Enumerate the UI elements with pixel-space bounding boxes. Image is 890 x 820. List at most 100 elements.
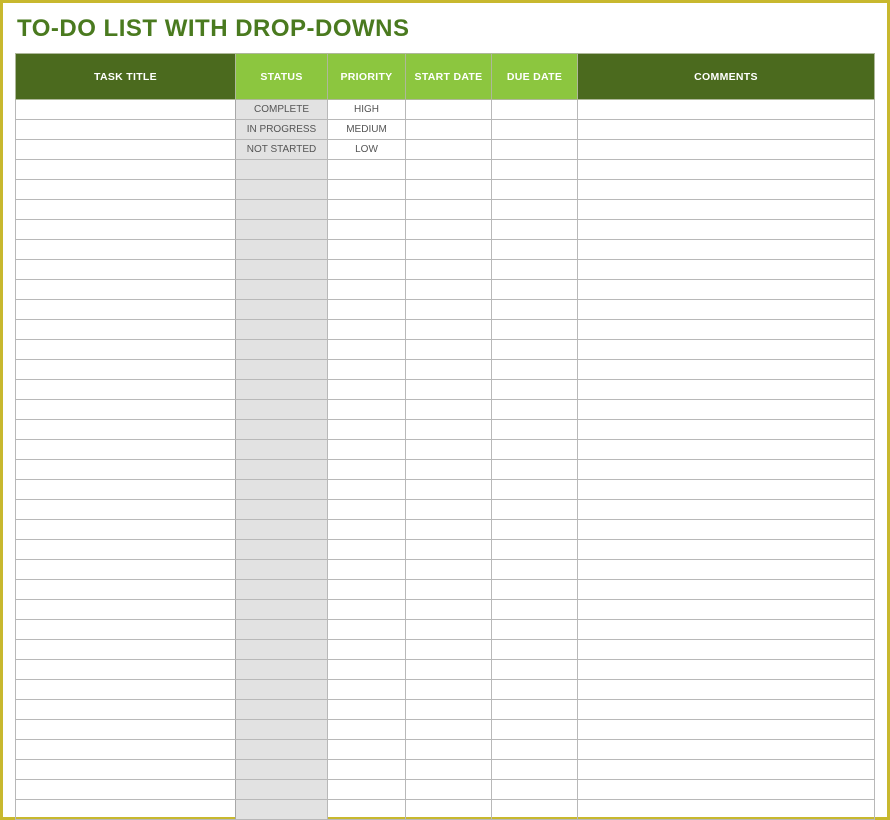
comments-cell[interactable] — [578, 300, 875, 320]
comments-cell[interactable] — [578, 240, 875, 260]
start-date-cell[interactable] — [406, 780, 492, 800]
comments-cell[interactable] — [578, 420, 875, 440]
priority-cell[interactable] — [328, 280, 406, 300]
task-cell[interactable] — [16, 140, 236, 160]
status-cell[interactable] — [236, 220, 328, 240]
due-date-cell[interactable] — [492, 360, 578, 380]
comments-cell[interactable] — [578, 120, 875, 140]
comments-cell[interactable] — [578, 640, 875, 660]
start-date-cell[interactable] — [406, 800, 492, 820]
priority-cell[interactable] — [328, 240, 406, 260]
start-date-cell[interactable] — [406, 580, 492, 600]
comments-cell[interactable] — [578, 460, 875, 480]
start-date-cell[interactable] — [406, 240, 492, 260]
comments-cell[interactable] — [578, 480, 875, 500]
priority-cell[interactable] — [328, 660, 406, 680]
task-cell[interactable] — [16, 180, 236, 200]
task-cell[interactable] — [16, 620, 236, 640]
status-cell[interactable]: COMPLETE — [236, 100, 328, 120]
task-cell[interactable] — [16, 720, 236, 740]
comments-cell[interactable] — [578, 780, 875, 800]
due-date-cell[interactable] — [492, 720, 578, 740]
due-date-cell[interactable] — [492, 160, 578, 180]
start-date-cell[interactable] — [406, 120, 492, 140]
priority-cell[interactable]: MEDIUM — [328, 120, 406, 140]
start-date-cell[interactable] — [406, 480, 492, 500]
due-date-cell[interactable] — [492, 540, 578, 560]
comments-cell[interactable] — [578, 620, 875, 640]
task-cell[interactable] — [16, 500, 236, 520]
task-cell[interactable] — [16, 660, 236, 680]
start-date-cell[interactable] — [406, 280, 492, 300]
start-date-cell[interactable] — [406, 420, 492, 440]
task-cell[interactable] — [16, 200, 236, 220]
start-date-cell[interactable] — [406, 620, 492, 640]
task-cell[interactable] — [16, 580, 236, 600]
status-cell[interactable] — [236, 540, 328, 560]
start-date-cell[interactable] — [406, 700, 492, 720]
status-cell[interactable] — [236, 580, 328, 600]
start-date-cell[interactable] — [406, 460, 492, 480]
start-date-cell[interactable] — [406, 340, 492, 360]
priority-cell[interactable] — [328, 600, 406, 620]
task-cell[interactable] — [16, 160, 236, 180]
comments-cell[interactable] — [578, 320, 875, 340]
task-cell[interactable] — [16, 540, 236, 560]
priority-cell[interactable] — [328, 200, 406, 220]
comments-cell[interactable] — [578, 180, 875, 200]
task-cell[interactable] — [16, 300, 236, 320]
due-date-cell[interactable] — [492, 700, 578, 720]
due-date-cell[interactable] — [492, 520, 578, 540]
due-date-cell[interactable] — [492, 580, 578, 600]
start-date-cell[interactable] — [406, 740, 492, 760]
status-cell[interactable] — [236, 800, 328, 820]
due-date-cell[interactable] — [492, 740, 578, 760]
status-cell[interactable] — [236, 400, 328, 420]
status-cell[interactable] — [236, 320, 328, 340]
priority-cell[interactable] — [328, 540, 406, 560]
priority-cell[interactable] — [328, 680, 406, 700]
status-cell[interactable] — [236, 560, 328, 580]
comments-cell[interactable] — [578, 540, 875, 560]
due-date-cell[interactable] — [492, 280, 578, 300]
comments-cell[interactable] — [578, 660, 875, 680]
comments-cell[interactable] — [578, 140, 875, 160]
status-cell[interactable] — [236, 680, 328, 700]
priority-cell[interactable] — [328, 560, 406, 580]
due-date-cell[interactable] — [492, 680, 578, 700]
comments-cell[interactable] — [578, 100, 875, 120]
due-date-cell[interactable] — [492, 560, 578, 580]
status-cell[interactable] — [236, 160, 328, 180]
priority-cell[interactable] — [328, 220, 406, 240]
start-date-cell[interactable] — [406, 500, 492, 520]
due-date-cell[interactable] — [492, 660, 578, 680]
comments-cell[interactable] — [578, 500, 875, 520]
task-cell[interactable] — [16, 320, 236, 340]
start-date-cell[interactable] — [406, 140, 492, 160]
status-cell[interactable] — [236, 780, 328, 800]
task-cell[interactable] — [16, 440, 236, 460]
due-date-cell[interactable] — [492, 320, 578, 340]
due-date-cell[interactable] — [492, 380, 578, 400]
due-date-cell[interactable] — [492, 100, 578, 120]
status-cell[interactable] — [236, 200, 328, 220]
comments-cell[interactable] — [578, 520, 875, 540]
due-date-cell[interactable] — [492, 800, 578, 820]
task-cell[interactable] — [16, 680, 236, 700]
priority-cell[interactable] — [328, 300, 406, 320]
start-date-cell[interactable] — [406, 320, 492, 340]
priority-cell[interactable] — [328, 700, 406, 720]
start-date-cell[interactable] — [406, 720, 492, 740]
task-cell[interactable] — [16, 640, 236, 660]
comments-cell[interactable] — [578, 600, 875, 620]
start-date-cell[interactable] — [406, 100, 492, 120]
due-date-cell[interactable] — [492, 780, 578, 800]
priority-cell[interactable] — [328, 620, 406, 640]
comments-cell[interactable] — [578, 360, 875, 380]
status-cell[interactable] — [236, 660, 328, 680]
status-cell[interactable] — [236, 760, 328, 780]
comments-cell[interactable] — [578, 220, 875, 240]
due-date-cell[interactable] — [492, 260, 578, 280]
task-cell[interactable] — [16, 480, 236, 500]
due-date-cell[interactable] — [492, 400, 578, 420]
